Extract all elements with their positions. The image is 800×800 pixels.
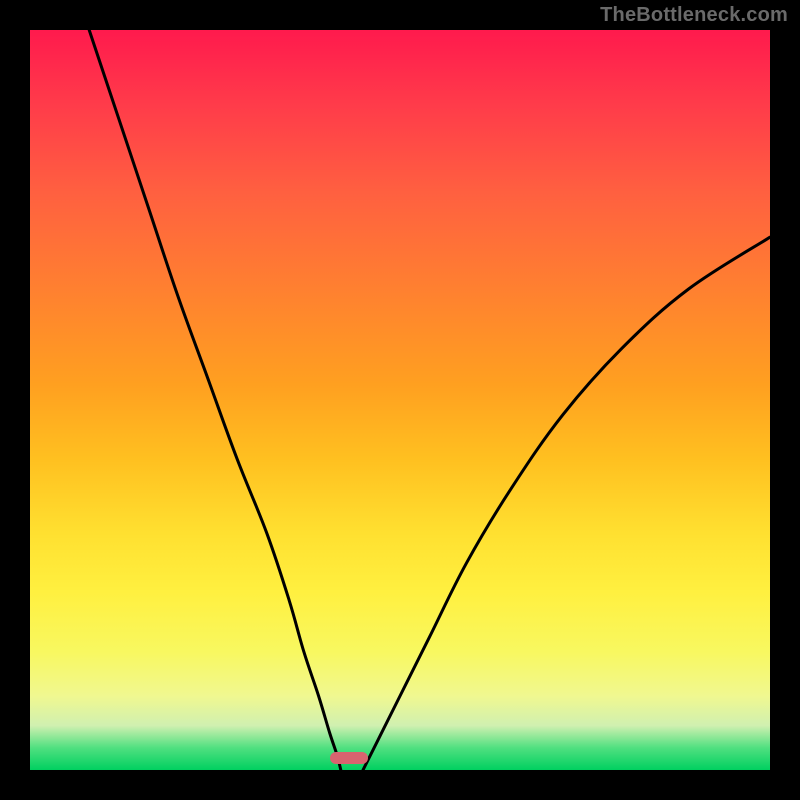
bottleneck-curve [30,30,770,770]
watermark-text: TheBottleneck.com [600,4,788,27]
curve-right [363,237,770,770]
curve-left [89,30,341,770]
optimal-point-marker [330,752,368,764]
chart-frame: TheBottleneck.com [0,0,800,800]
plot-area [30,30,770,770]
